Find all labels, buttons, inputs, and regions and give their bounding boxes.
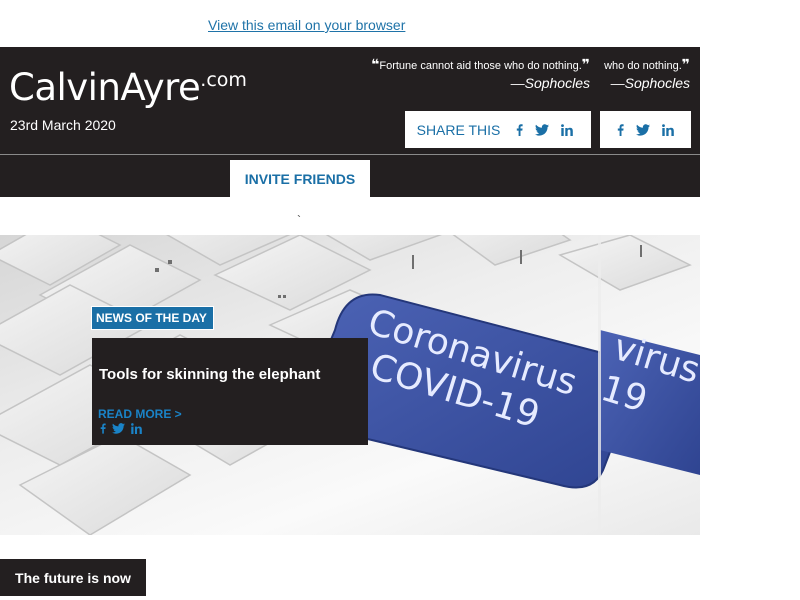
news-social-icons <box>97 423 145 434</box>
stray-mark: ` <box>297 213 301 227</box>
facebook-icon[interactable] <box>100 423 106 434</box>
quote-close-mark: ❞ <box>581 56 590 72</box>
share-label: SHARE THIS <box>416 121 501 138</box>
section-heading-future: The future is now <box>0 559 146 596</box>
share-box: SHARE THIS <box>405 111 591 148</box>
linkedin-icon[interactable] <box>662 123 674 136</box>
view-in-browser-link[interactable]: View this email on your browser <box>208 17 405 33</box>
quote-text: Fortune cannot aid those who do nothing. <box>379 60 582 72</box>
header-quote: ❝Fortune cannot aid those who do nothing… <box>371 57 590 92</box>
quote-author: —Sophocles <box>510 75 590 91</box>
logo-suffix-text: .com <box>200 69 247 91</box>
facebook-icon[interactable] <box>617 123 624 136</box>
issue-date: 23rd March 2020 <box>10 117 116 133</box>
twitter-icon[interactable] <box>535 123 550 136</box>
quote-close-mark-repeat: ❞ <box>681 56 690 72</box>
linkedin-icon[interactable] <box>131 423 142 434</box>
share-box-repeat <box>600 111 691 148</box>
quote-text-repeat: who do nothing. <box>604 60 682 72</box>
logo-main-text: CalvinAyre <box>9 66 201 109</box>
invite-friends-tab[interactable]: INVITE FRIENDS <box>230 160 370 197</box>
header-quote-repeat: who do nothing.❞ —Sophocles <box>604 57 690 92</box>
news-title[interactable]: Tools for skinning the elephant <box>99 366 320 383</box>
quote-author-repeat: —Sophocles <box>610 75 690 91</box>
calvinayre-logo[interactable]: CalvinAyre.com <box>9 60 247 108</box>
twitter-icon[interactable] <box>112 423 125 434</box>
linkedin-icon[interactable] <box>561 123 574 136</box>
news-of-the-day-badge: NEWS OF THE DAY <box>91 306 214 330</box>
facebook-icon[interactable] <box>516 123 523 136</box>
twitter-icon[interactable] <box>636 123 650 136</box>
read-more-link[interactable]: READ MORE > <box>98 407 182 421</box>
